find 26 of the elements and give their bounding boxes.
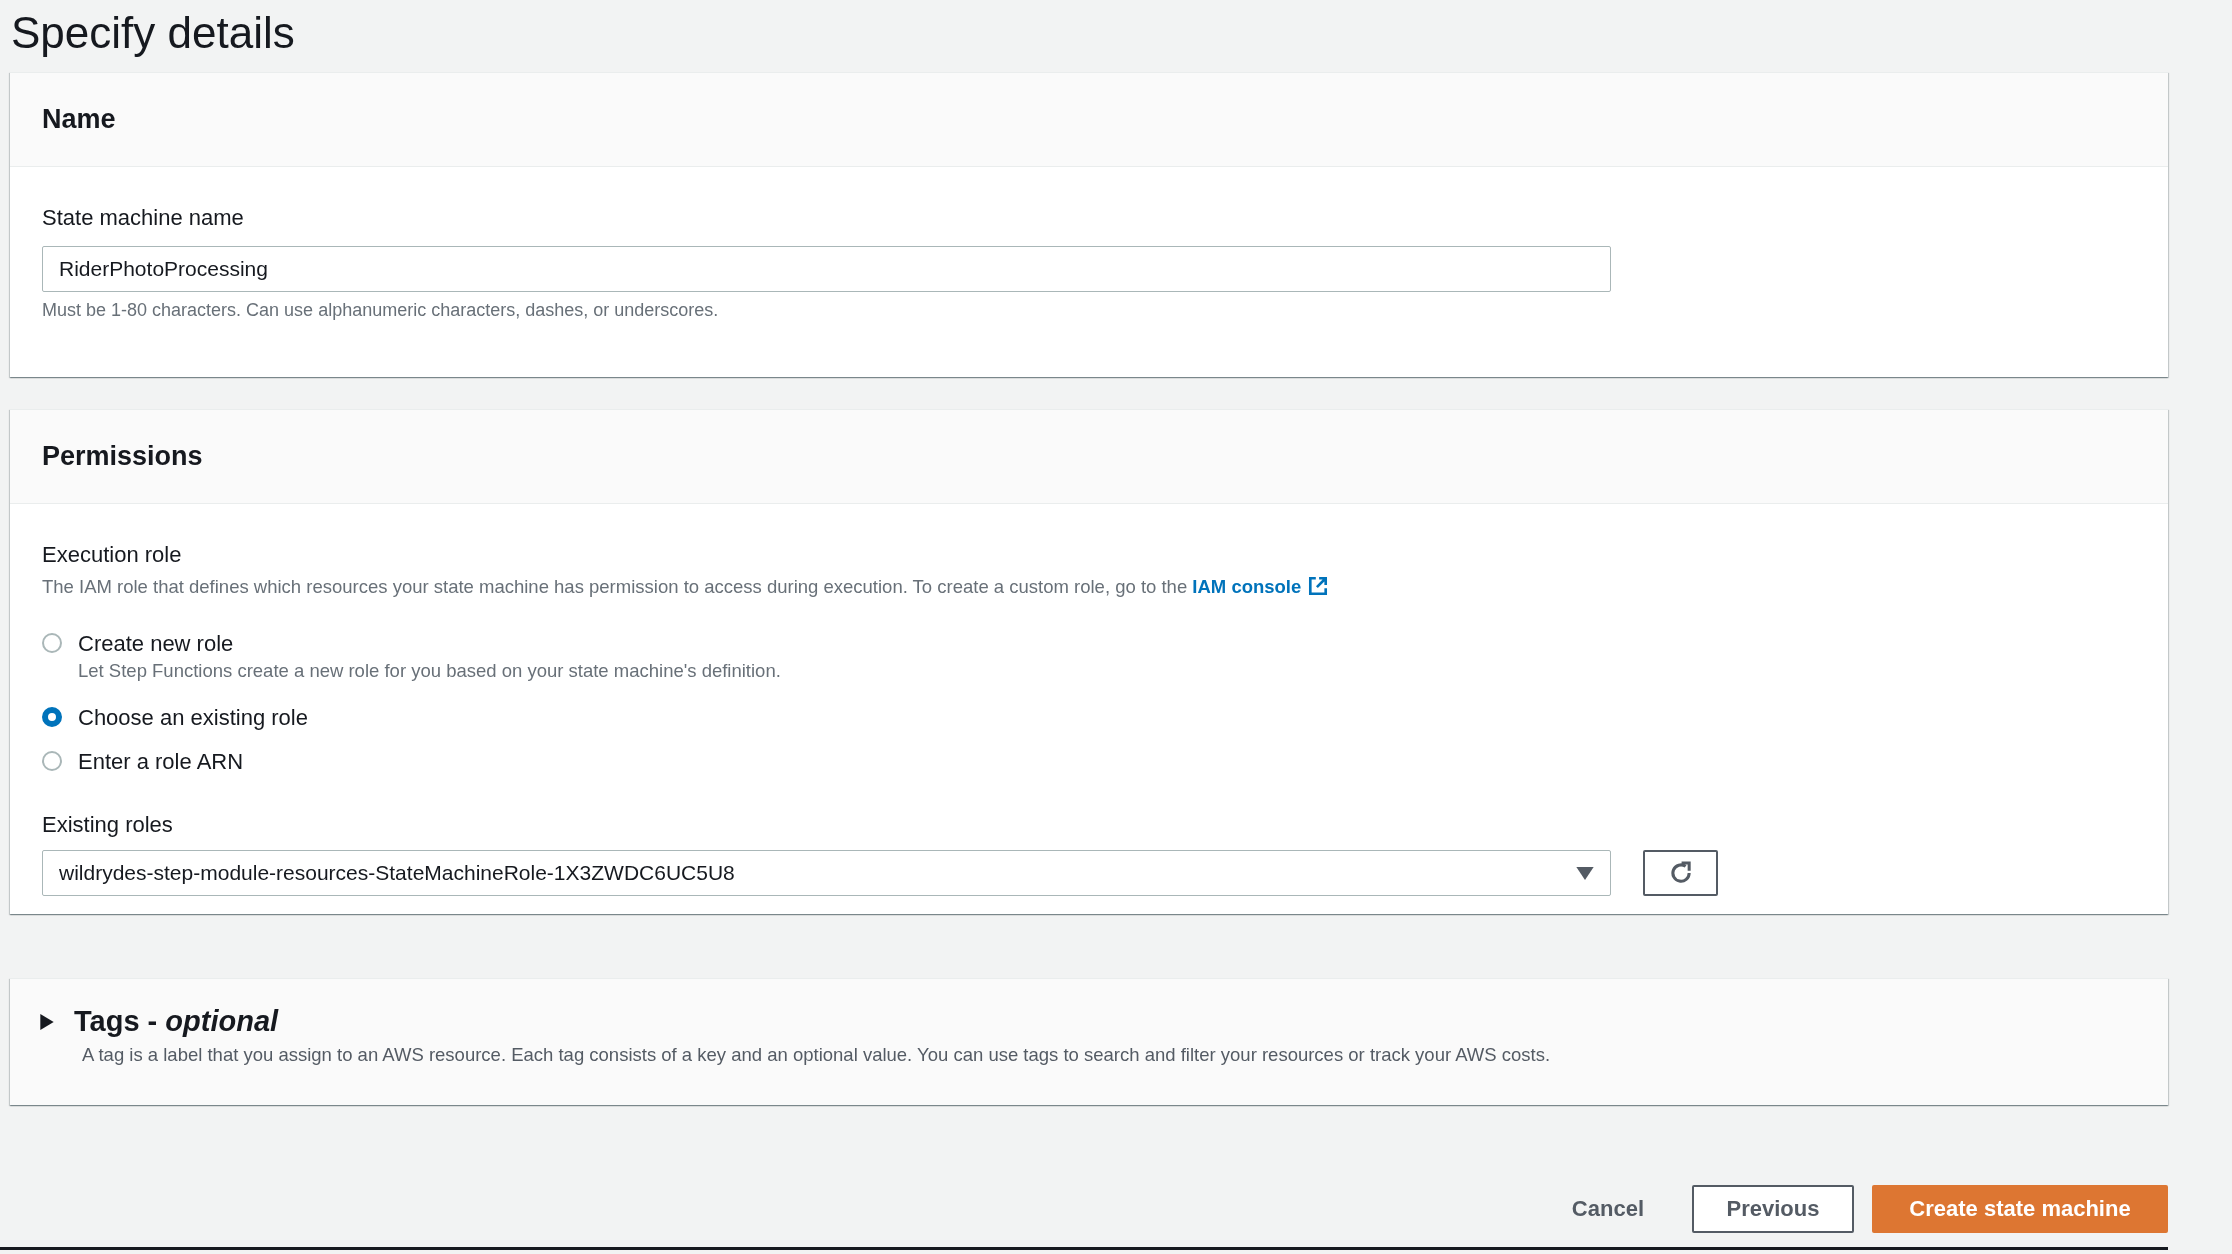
field-label: Existing roles — [42, 811, 174, 839]
expand-triangle-icon[interactable] — [40, 1013, 54, 1030]
option-description: Let Step Functions create a new role for you based on your state machine's definition. — [78, 660, 781, 682]
hint-text: Must be 1-80 characters. Can use alphanumeric characters, dashes, or underscores. — [42, 300, 720, 321]
tags-description: A tag is a label that you assign to an AWS resource. Each tag consists of a key and an optional value. You can use tags to search and filter your resources or track your AWS costs. — [82, 1044, 1552, 1066]
external-link-icon — [1307, 575, 1330, 597]
iam-console-link[interactable]: IAM console — [1192, 576, 1330, 597]
option-label: Choose an existing role — [78, 704, 308, 732]
help-text: The IAM role that defines which resources your state machine has permission to access during execution. To create a custom role, go to the IAM console — [42, 574, 2136, 600]
field-label: Execution role — [42, 541, 183, 569]
radio-button[interactable] — [42, 633, 62, 653]
cancel-button[interactable]: Cancel — [1541, 1185, 1674, 1233]
radio-button[interactable] — [42, 751, 62, 771]
section-heading: Permissions — [42, 441, 203, 472]
role-select[interactable]: wildrydes-step-module-resources-StateMachineRole-1X3ZWDC6UC5U8 — [42, 850, 1611, 896]
option-label: Enter a role ARN — [78, 748, 244, 776]
option-label: Create new role — [78, 630, 235, 658]
caret-icon — [1576, 866, 1594, 880]
input-field[interactable]: RiderPhotoProcessing — [42, 246, 1611, 292]
previous-button[interactable]: Previous — [1692, 1185, 1854, 1233]
radio-button[interactable] — [42, 707, 62, 727]
field-label: State machine name — [42, 204, 245, 232]
section-heading: Tags - optional — [74, 1005, 279, 1038]
refresh-button[interactable] — [1643, 850, 1718, 896]
section-heading: Name — [42, 104, 116, 135]
page-title: Specify details — [10, 7, 296, 59]
